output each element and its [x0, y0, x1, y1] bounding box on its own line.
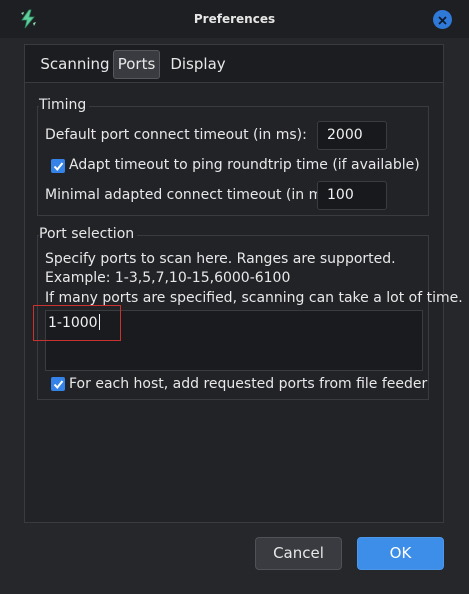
tab-ports[interactable]: Ports [113, 50, 160, 79]
adapt-timeout-label[interactable]: Adapt timeout to ping roundtrip time (if… [69, 157, 420, 173]
file-feeder-label[interactable]: For each host, add requested ports from … [69, 376, 427, 392]
ok-button[interactable]: OK [357, 537, 444, 570]
default-timeout-label: Default port connect timeout (in ms): [45, 127, 307, 143]
timing-group-label: Timing [39, 97, 90, 113]
preferences-window: Preferences Scanning Ports Display Timin… [0, 0, 469, 594]
highlight-box [33, 305, 121, 341]
close-button[interactable] [433, 10, 452, 29]
tab-scanning[interactable]: Scanning [35, 50, 115, 79]
min-timeout-input[interactable]: 100 [317, 181, 387, 210]
min-timeout-label: Minimal adapted connect timeout (in ms): [45, 187, 340, 203]
cancel-button[interactable]: Cancel [255, 537, 342, 570]
adapt-timeout-checkbox[interactable] [51, 159, 65, 173]
window-title: Preferences [193, 12, 276, 26]
checkmark-icon [53, 375, 64, 394]
title-bar[interactable]: Preferences [0, 0, 469, 38]
ports-help-line-2: Example: 1-3,5,7,10-15,6000-6100 [45, 270, 291, 286]
close-icon [438, 10, 447, 29]
checkmark-icon [53, 157, 64, 176]
ports-help-line-1: Specify ports to scan here. Ranges are s… [45, 251, 396, 267]
tab-display[interactable]: Display [168, 50, 228, 79]
tab-bar: Scanning Ports Display [24, 44, 444, 83]
default-timeout-input[interactable]: 2000 [317, 121, 387, 150]
file-feeder-checkbox[interactable] [51, 377, 65, 391]
ports-help-line-3: If many ports are specified, scanning ca… [45, 290, 463, 306]
port-selection-group-label: Port selection [39, 226, 138, 242]
